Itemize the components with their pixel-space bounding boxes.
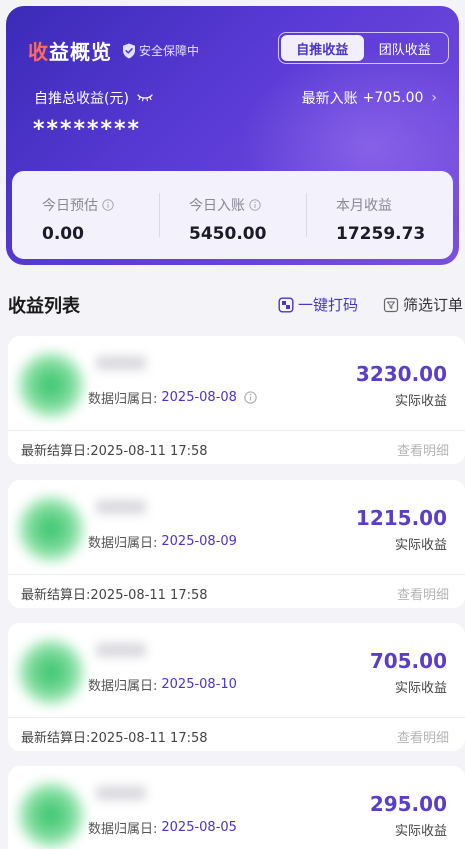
blurred-name <box>96 500 146 514</box>
view-details-link[interactable]: 查看明细 <box>397 584 449 603</box>
stat-label: 今日预估 <box>42 198 98 214</box>
title-accent: 收 <box>28 40 49 64</box>
filter-orders-label: 筛选订单 <box>403 296 464 314</box>
tab-team-earnings[interactable]: 团队收益 <box>364 35 447 61</box>
stat-value: 17259.73 <box>336 224 426 244</box>
amount-label: 实际收益 <box>394 681 447 696</box>
info-icon[interactable] <box>249 199 261 211</box>
title-rest: 益概览 <box>49 40 112 64</box>
info-icon[interactable] <box>244 391 257 404</box>
date-value: 2025-08-10 <box>161 677 237 692</box>
stat-value: 5450.00 <box>189 224 267 244</box>
date-label: 数据归属日: <box>88 536 158 551</box>
blurred-name <box>96 786 146 800</box>
brand-row: 收益概览 安全保障中 <box>28 36 199 65</box>
view-details-link[interactable]: 查看明细 <box>397 440 449 459</box>
blurred-name <box>96 356 146 370</box>
total-earnings-label: 自推总收益(元) <box>34 91 129 107</box>
eye-closed-icon[interactable] <box>137 93 153 103</box>
avatar <box>16 637 86 707</box>
earnings-card[interactable]: 数据归属日: 2025-08-10 705.00 实际收益 最新结算日:2025… <box>8 623 465 751</box>
avatar <box>16 350 86 420</box>
amount-label: 实际收益 <box>394 394 447 409</box>
avatar <box>16 780 86 849</box>
stat-value: 0.00 <box>42 224 84 244</box>
earnings-card[interactable]: 数据归属日: 2025-08-08 3230.00 实际收益 最新结算日:202… <box>8 336 465 464</box>
tab-self-earnings[interactable]: 自推收益 <box>281 35 364 61</box>
settlement-date: 最新结算日:2025-08-11 17:58 <box>21 731 208 746</box>
stats-panel: 今日预估 0.00 今日入账 5450.00 本月收益 17259.73 <box>12 171 453 259</box>
filter-orders-button[interactable]: 筛选订单 <box>383 294 463 315</box>
date-value: 2025-08-05 <box>161 820 237 835</box>
one-click-mask-label: 一键打码 <box>298 296 359 314</box>
info-icon[interactable] <box>102 199 114 211</box>
filter-icon <box>383 297 399 312</box>
page-title: 收益概览 <box>28 36 112 65</box>
view-details-link[interactable]: 查看明细 <box>397 727 449 746</box>
stat-today-estimate: 今日预估 0.00 <box>12 171 159 259</box>
date-label: 数据归属日: <box>88 392 158 407</box>
amount-value: 705.00 <box>369 649 447 673</box>
stat-month-earnings: 本月收益 17259.73 <box>306 171 453 259</box>
earnings-overview-card: 收益概览 安全保障中 自推收益 团队收益 自推总收益(元) 最新入账 +705.… <box>6 6 459 265</box>
one-click-mask-button[interactable]: 一键打码 <box>278 294 358 315</box>
date-label: 数据归属日: <box>88 679 158 694</box>
stat-today-income: 今日入账 5450.00 <box>159 171 306 259</box>
amount-value: 295.00 <box>369 792 447 816</box>
shield-check-icon <box>123 43 135 58</box>
settlement-date: 最新结算日:2025-08-11 17:58 <box>21 444 208 459</box>
amount-label: 实际收益 <box>394 824 447 839</box>
earnings-list-title: 收益列表 <box>8 296 80 317</box>
mosaic-icon <box>278 297 294 313</box>
blurred-name <box>96 643 146 657</box>
latest-income-label: 最新入账 <box>301 91 358 107</box>
total-earnings-masked: ******** <box>33 117 142 142</box>
divider <box>8 717 465 718</box>
total-earnings-label-row: 自推总收益(元) <box>34 88 153 108</box>
date-value: 2025-08-09 <box>161 534 237 549</box>
amount-value: 1215.00 <box>355 506 447 530</box>
date-label: 数据归属日: <box>88 822 158 837</box>
earnings-card[interactable]: 数据归属日: 2025-08-09 1215.00 实际收益 最新结算日:202… <box>8 480 465 608</box>
amount-label: 实际收益 <box>394 538 447 553</box>
stat-label: 今日入账 <box>189 198 245 214</box>
earnings-type-switch: 自推收益 团队收益 <box>278 32 449 64</box>
stat-label: 本月收益 <box>336 198 392 214</box>
amount-value: 3230.00 <box>355 362 447 386</box>
avatar <box>16 494 86 564</box>
divider <box>8 430 465 431</box>
safety-text: 安全保障中 <box>139 44 200 58</box>
latest-income-link[interactable]: 最新入账 +705.00 › <box>302 88 437 108</box>
latest-income-value: +705.00 <box>362 90 424 106</box>
settlement-date: 最新结算日:2025-08-11 17:58 <box>21 588 208 603</box>
divider <box>8 574 465 575</box>
date-value: 2025-08-08 <box>161 390 237 405</box>
earnings-card[interactable]: 数据归属日: 2025-08-05 295.00 实际收益 <box>8 766 465 849</box>
chevron-right-icon: › <box>431 90 437 106</box>
